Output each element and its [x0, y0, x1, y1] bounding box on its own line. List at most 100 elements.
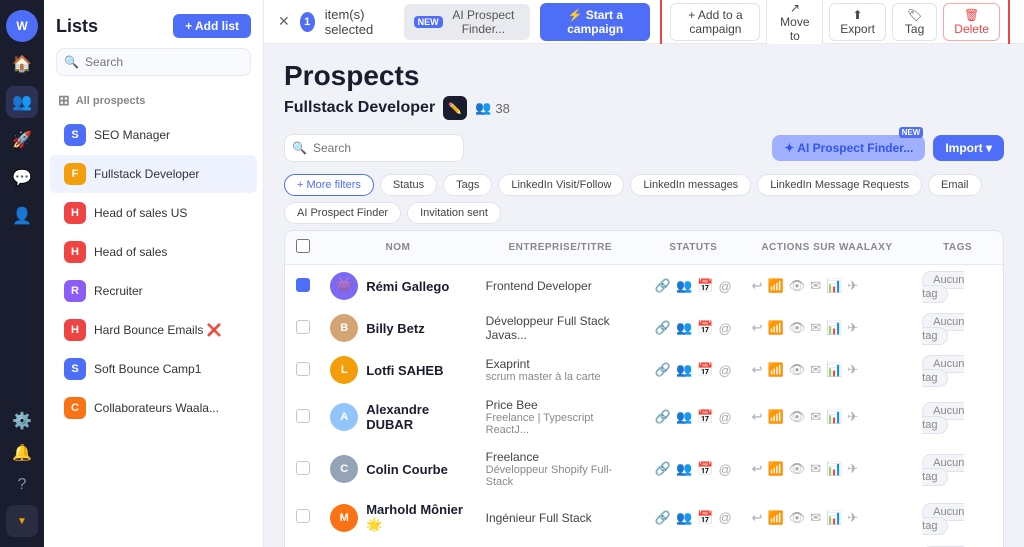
team-icon[interactable]: 👥: [676, 320, 692, 336]
list-item-recruiter[interactable]: R Recruiter: [50, 272, 257, 310]
nav-notifications-icon[interactable]: 🔔: [6, 437, 38, 469]
team-icon[interactable]: 👥: [676, 510, 692, 526]
toolbar-search-input[interactable]: [284, 134, 464, 162]
topbar-close-icon[interactable]: ✕: [278, 13, 290, 30]
calendar-icon[interactable]: 📅: [697, 278, 713, 294]
link-icon[interactable]: 🔗: [655, 362, 671, 378]
reply-icon[interactable]: ↩: [752, 362, 763, 378]
link-icon[interactable]: 🔗: [655, 278, 671, 294]
calendar-icon[interactable]: 📅: [697, 320, 713, 336]
signal-icon[interactable]: 📶: [768, 362, 784, 378]
email-icon[interactable]: @: [718, 363, 731, 378]
eye-icon[interactable]: 👁: [789, 278, 806, 294]
filter-linkedin-messages[interactable]: LinkedIn messages: [630, 174, 751, 196]
signal-icon[interactable]: 📶: [768, 461, 784, 477]
link-icon[interactable]: 🔗: [655, 320, 671, 336]
mail-icon[interactable]: ✉: [810, 278, 821, 294]
mail-icon[interactable]: ✉: [810, 461, 821, 477]
reply-icon[interactable]: ↩: [752, 320, 763, 336]
eye-icon[interactable]: 👁: [789, 461, 806, 477]
row-checkbox[interactable]: [296, 278, 310, 292]
chart-icon[interactable]: 📊: [826, 278, 842, 294]
link-icon[interactable]: 🔗: [655, 461, 671, 477]
signal-icon[interactable]: 📶: [768, 510, 784, 526]
send-icon[interactable]: ✈: [847, 409, 858, 425]
nav-settings-icon[interactable]: ⚙️: [6, 405, 38, 437]
import-button[interactable]: Import ▾: [933, 135, 1004, 161]
row-checkbox[interactable]: [296, 461, 310, 475]
mail-icon[interactable]: ✉: [810, 320, 821, 336]
nav-prospects-icon[interactable]: 👥: [6, 86, 38, 118]
reply-icon[interactable]: ↩: [752, 409, 763, 425]
filter-invitation[interactable]: Invitation sent: [407, 202, 501, 224]
nav-campaigns-icon[interactable]: 🚀: [6, 124, 38, 156]
nav-messages-icon[interactable]: 💬: [6, 162, 38, 194]
topbar-ai-finder-button[interactable]: NEW AI Prospect Finder...: [404, 4, 530, 40]
move-to-button[interactable]: ↗ Move to: [766, 0, 823, 48]
send-icon[interactable]: ✈: [847, 278, 858, 294]
list-item-head[interactable]: H Head of sales: [50, 233, 257, 271]
calendar-icon[interactable]: 📅: [697, 510, 713, 526]
list-item-collab[interactable]: C Collaborateurs Waala...: [50, 389, 257, 427]
nav-help-icon[interactable]: ?: [6, 469, 38, 501]
reply-icon[interactable]: ↩: [752, 278, 763, 294]
mail-icon[interactable]: ✉: [810, 362, 821, 378]
eye-icon[interactable]: 👁: [789, 510, 806, 526]
calendar-icon[interactable]: 📅: [697, 362, 713, 378]
filter-tags[interactable]: Tags: [443, 174, 492, 196]
row-checkbox[interactable]: [296, 362, 310, 376]
export-button[interactable]: ⬆ Export: [829, 3, 886, 41]
team-icon[interactable]: 👥: [676, 461, 692, 477]
select-all-checkbox[interactable]: [296, 239, 310, 253]
email-icon[interactable]: @: [718, 462, 731, 477]
reply-icon[interactable]: ↩: [752, 510, 763, 526]
mail-icon[interactable]: ✉: [810, 409, 821, 425]
link-icon[interactable]: 🔗: [655, 409, 671, 425]
calendar-icon[interactable]: 📅: [697, 409, 713, 425]
chart-icon[interactable]: 📊: [826, 510, 842, 526]
add-to-campaign-button[interactable]: + Add to a campaign: [670, 3, 760, 41]
lists-search-input[interactable]: [56, 48, 251, 76]
send-icon[interactable]: ✈: [847, 320, 858, 336]
filter-linkedin-requests[interactable]: LinkedIn Message Requests: [757, 174, 922, 196]
list-item-seo[interactable]: S SEO Manager: [50, 116, 257, 154]
list-item-soft[interactable]: S Soft Bounce Camp1: [50, 350, 257, 388]
list-item-head-us[interactable]: H Head of sales US: [50, 194, 257, 232]
nav-contacts-icon[interactable]: 👤: [6, 200, 38, 232]
team-icon[interactable]: 👥: [676, 409, 692, 425]
email-icon[interactable]: @: [718, 321, 731, 336]
chart-icon[interactable]: 📊: [826, 409, 842, 425]
nav-home-icon[interactable]: 🏠: [6, 48, 38, 80]
email-icon[interactable]: @: [718, 279, 731, 294]
eye-icon[interactable]: 👁: [789, 409, 806, 425]
row-checkbox[interactable]: [296, 509, 310, 523]
filter-linkedin-visit[interactable]: LinkedIn Visit/Follow: [498, 174, 624, 196]
filter-status[interactable]: Status: [380, 174, 437, 196]
list-item-hard[interactable]: H Hard Bounce Emails ❌: [50, 311, 257, 349]
team-icon[interactable]: 👥: [676, 278, 692, 294]
row-checkbox[interactable]: [296, 409, 310, 423]
filter-email[interactable]: Email: [928, 174, 982, 196]
tag-button[interactable]: 🏷 Tag: [892, 3, 937, 41]
signal-icon[interactable]: 📶: [768, 278, 784, 294]
reply-icon[interactable]: ↩: [752, 461, 763, 477]
mail-icon[interactable]: ✉: [810, 510, 821, 526]
team-icon[interactable]: 👥: [676, 362, 692, 378]
chart-icon[interactable]: 📊: [826, 362, 842, 378]
brand-logo[interactable]: W: [6, 10, 38, 42]
link-icon[interactable]: 🔗: [655, 510, 671, 526]
filter-ai-prospect[interactable]: AI Prospect Finder: [284, 202, 401, 224]
nav-collapse-icon[interactable]: ▼: [6, 505, 38, 537]
email-icon[interactable]: @: [718, 410, 731, 425]
add-list-button[interactable]: + Add list: [173, 14, 251, 38]
eye-icon[interactable]: 👁: [789, 362, 806, 378]
signal-icon[interactable]: 📶: [768, 320, 784, 336]
list-edit-icon[interactable]: ✏️: [443, 96, 467, 120]
list-item-fullstack[interactable]: F Fullstack Developer: [50, 155, 257, 193]
email-icon[interactable]: @: [718, 510, 731, 525]
send-icon[interactable]: ✈: [847, 362, 858, 378]
chart-icon[interactable]: 📊: [826, 320, 842, 336]
eye-icon[interactable]: 👁: [789, 320, 806, 336]
chart-icon[interactable]: 📊: [826, 461, 842, 477]
send-icon[interactable]: ✈: [847, 461, 858, 477]
